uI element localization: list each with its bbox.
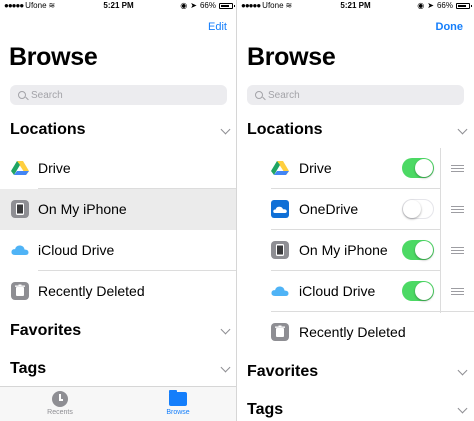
tab-label: Recents: [47, 409, 73, 416]
section-header-tags[interactable]: Tags: [247, 401, 283, 419]
search-bar[interactable]: [247, 85, 464, 105]
reorder-handle-icon[interactable]: [451, 206, 464, 213]
chevron-down-icon[interactable]: [220, 362, 231, 373]
location-label: On My iPhone: [299, 242, 388, 258]
done-button[interactable]: Done: [436, 21, 464, 33]
location-icon: ➤: [427, 1, 434, 10]
folder-icon: [169, 390, 187, 406]
on-my-iphone-toggle[interactable]: [402, 240, 434, 260]
section-header-locations[interactable]: Locations: [247, 121, 323, 139]
toggle-knob: [415, 241, 433, 259]
location-label: Recently Deleted: [299, 324, 406, 340]
reorder-handle-icon[interactable]: [451, 165, 464, 172]
toggle-knob: [415, 282, 433, 300]
icloud-drive-toggle[interactable]: [402, 281, 434, 301]
iphone-icon: [271, 241, 289, 259]
tab-bar: Recents Browse: [0, 386, 237, 421]
location-row-drive[interactable]: Drive: [237, 148, 474, 189]
location-label: Drive: [299, 160, 332, 176]
toggle-knob: [403, 200, 421, 218]
location-label: iCloud Drive: [38, 242, 115, 258]
icloud-icon: [11, 245, 29, 255]
edit-button[interactable]: Edit: [208, 21, 227, 33]
drive-toggle[interactable]: [402, 158, 434, 178]
tab-label: Browse: [166, 409, 190, 416]
tab-recents[interactable]: Recents: [30, 391, 90, 416]
chevron-down-icon[interactable]: [457, 365, 468, 376]
reorder-handle-icon[interactable]: [451, 288, 464, 295]
location-row-on-my-iphone[interactable]: On My iPhone: [0, 189, 237, 230]
location-label: iCloud Drive: [299, 283, 376, 299]
status-right: ◉ ➤ 66%: [417, 1, 472, 10]
location-icon: ➤: [190, 1, 197, 10]
chevron-down-icon[interactable]: [220, 324, 231, 335]
location-label: Recently Deleted: [38, 283, 145, 299]
location-row-icloud-drive[interactable]: iCloud Drive: [0, 230, 237, 271]
search-icon: [255, 91, 263, 99]
icloud-icon: [271, 286, 289, 296]
page-title: Browse: [247, 43, 336, 71]
browse-screen-editing: ●●●●● Ufone ≋ 5:21 PM ◉ ➤ 66% Done Brows…: [237, 0, 474, 421]
lock-rotation-icon: ◉: [180, 1, 188, 10]
tab-browse[interactable]: Browse: [148, 390, 208, 416]
toggle-knob: [415, 159, 433, 177]
trash-icon: [271, 323, 289, 341]
status-right: ◉ ➤ 66%: [180, 1, 235, 10]
chevron-down-icon[interactable]: [220, 124, 231, 135]
google-drive-icon: [11, 161, 29, 175]
search-icon: [18, 91, 26, 99]
search-input[interactable]: [31, 89, 191, 101]
battery-icon: [456, 2, 472, 9]
chevron-down-icon[interactable]: [457, 124, 468, 135]
battery-percent: 66%: [199, 1, 216, 10]
battery-icon: [219, 2, 235, 9]
section-header-tags[interactable]: Tags: [10, 360, 46, 378]
location-row-onedrive[interactable]: OneDrive: [237, 189, 474, 230]
location-row-icloud-drive[interactable]: iCloud Drive: [237, 271, 474, 312]
battery-percent: 66%: [436, 1, 453, 10]
location-label: Drive: [38, 160, 71, 176]
lock-rotation-icon: ◉: [417, 1, 425, 10]
google-drive-icon: [271, 161, 289, 175]
onedrive-icon: [271, 200, 289, 218]
location-row-on-my-iphone[interactable]: On My iPhone: [237, 230, 474, 271]
status-bar: ●●●●● Ufone ≋ 5:21 PM ◉ ➤ 66%: [0, 0, 237, 12]
section-header-favorites[interactable]: Favorites: [10, 322, 81, 340]
section-header-favorites[interactable]: Favorites: [247, 363, 318, 381]
location-row-recently-deleted[interactable]: Recently Deleted: [0, 271, 237, 312]
location-row-drive[interactable]: Drive: [0, 148, 237, 189]
chevron-down-icon[interactable]: [457, 403, 468, 414]
iphone-icon: [11, 200, 29, 218]
location-label: OneDrive: [299, 201, 359, 217]
status-bar: ●●●●● Ufone ≋ 5:21 PM ◉ ➤ 66%: [237, 0, 474, 12]
location-row-recently-deleted[interactable]: Recently Deleted: [237, 312, 474, 353]
location-label: On My iPhone: [38, 201, 127, 217]
search-bar[interactable]: [10, 85, 227, 105]
clock-icon: [52, 391, 68, 407]
search-input[interactable]: [268, 89, 428, 101]
reorder-handle-icon[interactable]: [451, 247, 464, 254]
section-header-locations[interactable]: Locations: [10, 121, 86, 139]
onedrive-toggle[interactable]: [402, 199, 434, 219]
trash-icon: [11, 282, 29, 300]
browse-screen-normal: ●●●●● Ufone ≋ 5:21 PM ◉ ➤ 66% Edit Brows…: [0, 0, 237, 421]
page-title: Browse: [9, 43, 98, 71]
